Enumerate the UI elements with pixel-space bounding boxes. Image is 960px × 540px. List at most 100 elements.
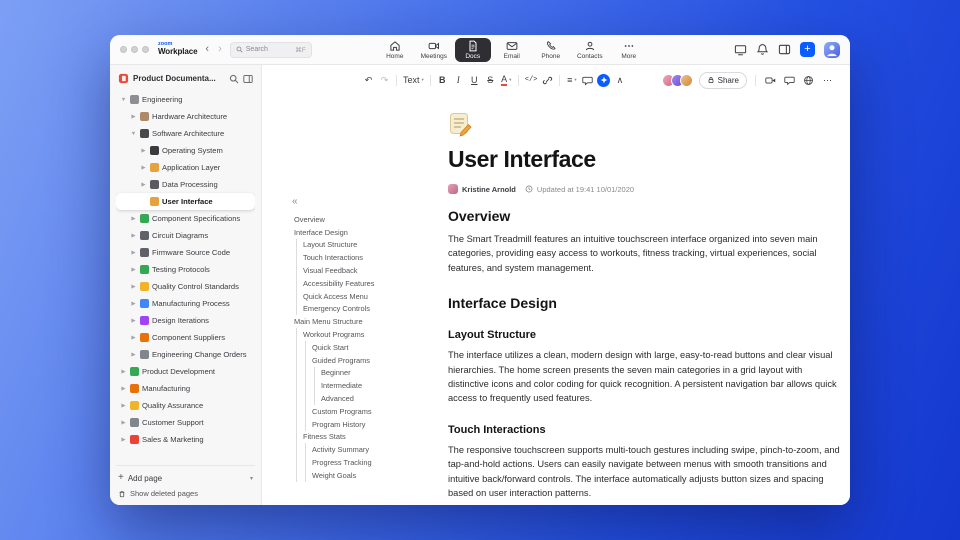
sidebar-item[interactable]: ▶ Product Development: [116, 363, 255, 380]
chevron-right-icon[interactable]: ▶: [120, 403, 127, 409]
outline-item[interactable]: Main Menu Structure: [292, 315, 444, 328]
notifications-bell-icon[interactable]: [756, 43, 769, 56]
chevron-right-icon[interactable]: ▶: [120, 420, 127, 426]
outline-item[interactable]: Overview: [292, 213, 444, 226]
outline-item[interactable]: Progress Tracking: [292, 456, 444, 469]
medal-icon: [130, 401, 139, 410]
sidebar-item[interactable]: ▼ Engineering: [116, 91, 255, 108]
workspace-book-icon: [118, 73, 129, 84]
new-item-button[interactable]: +: [800, 42, 815, 57]
devices-icon[interactable]: [734, 43, 747, 56]
sidebar-item[interactable]: ▶ Design Iterations: [116, 312, 255, 329]
sidebar-item[interactable]: ▶ Sales & Marketing: [116, 431, 255, 448]
outline-item[interactable]: Beginner: [292, 366, 444, 380]
chevron-right-icon[interactable]: ▶: [140, 182, 147, 188]
close-window-button[interactable]: [120, 46, 127, 53]
chevron-right-icon[interactable]: ▶: [120, 369, 127, 375]
collapse-sidebar-icon[interactable]: [243, 74, 253, 84]
chevron-right-icon[interactable]: ▶: [130, 114, 137, 120]
sidebar-item[interactable]: User Interface: [116, 193, 255, 210]
sidebar-item[interactable]: ▼ Software Architecture: [116, 125, 255, 142]
outline-item[interactable]: Touch Interactions: [292, 251, 444, 265]
sidebar-item[interactable]: ▶ Application Layer: [116, 159, 255, 176]
outline-item[interactable]: Intermediate: [292, 379, 444, 393]
outline-item[interactable]: Weight Goals: [292, 468, 444, 482]
chevron-down-icon[interactable]: ▾: [250, 475, 253, 482]
chevron-right-icon[interactable]: ▶: [130, 233, 137, 239]
chevron-right-icon[interactable]: ▶: [130, 335, 137, 341]
text-style-dropdown[interactable]: Text ▾: [402, 72, 425, 88]
outline-item[interactable]: Custom Programs: [292, 404, 444, 418]
document-page[interactable]: User Interface Kristine Arnold Updated a…: [448, 65, 840, 505]
outline-item[interactable]: Quick Access Menu: [292, 289, 444, 303]
chevron-down-icon[interactable]: ▼: [120, 97, 127, 103]
global-search-input[interactable]: Search ⌘F: [229, 41, 312, 58]
maximize-window-button[interactable]: [142, 46, 149, 53]
chevron-down-icon[interactable]: ▼: [130, 131, 137, 137]
doc-title[interactable]: User Interface: [448, 146, 840, 173]
tab-phone[interactable]: Phone: [533, 38, 569, 62]
sidebar-item[interactable]: ▶ Manufacturing: [116, 380, 255, 397]
tab-more[interactable]: More: [611, 38, 647, 62]
chevron-right-icon[interactable]: ▶: [130, 318, 137, 324]
outline-item-label: Emergency Controls: [303, 304, 370, 314]
sidebar-item[interactable]: ▶ Customer Support: [116, 414, 255, 431]
sidebar-search-icon[interactable]: [229, 74, 239, 84]
side-panel-icon[interactable]: [778, 43, 791, 56]
doc-paragraph: The responsive touchscreen supports mult…: [448, 444, 840, 499]
sidebar-item[interactable]: ▶ Hardware Architecture: [116, 108, 255, 125]
outline-item[interactable]: Quick Start: [292, 340, 444, 354]
chevron-right-icon[interactable]: ▶: [130, 250, 137, 256]
collapse-outline-button[interactable]: «: [292, 197, 298, 207]
sidebar-item[interactable]: ▶ Data Processing: [116, 176, 255, 193]
minimize-window-button[interactable]: [131, 46, 138, 53]
show-deleted-pages-button[interactable]: Show deleted pages: [116, 486, 255, 501]
outline-item[interactable]: Advanced: [292, 392, 444, 405]
forward-button[interactable]: ›: [217, 44, 223, 55]
chevron-right-icon[interactable]: ▶: [130, 301, 137, 307]
outline-item[interactable]: Workout Programs: [292, 328, 444, 341]
add-page-button[interactable]: + Add page ▾: [116, 470, 255, 486]
chevron-right-icon[interactable]: ▶: [130, 267, 137, 273]
outline-item[interactable]: Accessibility Features: [292, 276, 444, 290]
sidebar-item[interactable]: ▶ Quality Assurance: [116, 397, 255, 414]
outline-item[interactable]: Fitness Stats: [292, 430, 444, 444]
undo-button[interactable]: ↶: [362, 72, 375, 88]
outline-item[interactable]: Guided Programs: [292, 353, 444, 367]
outline-item[interactable]: Visual Feedback: [292, 264, 444, 277]
doc-notepad-icon[interactable]: [448, 111, 474, 137]
outline-item[interactable]: Emergency Controls: [292, 302, 444, 316]
redo-button[interactable]: ↷: [378, 72, 391, 88]
chevron-right-icon[interactable]: ▶: [140, 148, 147, 154]
tab-meetings[interactable]: Meetings: [416, 38, 452, 62]
outline-item[interactable]: Activity Summary: [292, 443, 444, 457]
sidebar-item[interactable]: ▶ Manufacturing Process: [116, 295, 255, 312]
chevron-right-icon[interactable]: ▶: [130, 284, 137, 290]
outline-item[interactable]: Interface Design: [292, 226, 444, 239]
tab-docs[interactable]: Docs: [454, 37, 491, 62]
back-button[interactable]: ‹: [204, 44, 210, 55]
tab-contacts[interactable]: Contacts: [572, 38, 608, 62]
sidebar-item[interactable]: ▶ Engineering Change Orders: [116, 346, 255, 363]
outline-item[interactable]: Layout Structure: [292, 238, 444, 252]
outline-item-label: Beginner: [321, 368, 351, 378]
tab-label: Meetings: [420, 52, 447, 60]
tab-email[interactable]: Email: [494, 38, 530, 62]
sidebar-item[interactable]: ▶ Testing Protocols: [116, 261, 255, 278]
chevron-right-icon[interactable]: ▶: [130, 352, 137, 358]
bold-button[interactable]: B: [436, 72, 449, 88]
chevron-right-icon[interactable]: ▶: [130, 216, 137, 222]
doc-body[interactable]: Overview The Smart Treadmill features an …: [448, 208, 840, 500]
sidebar-item[interactable]: ▶ Quality Control Standards: [116, 278, 255, 295]
tab-home[interactable]: Home: [377, 38, 413, 62]
sidebar-item[interactable]: ▶ Operating System: [116, 142, 255, 159]
chevron-right-icon[interactable]: ▶: [120, 437, 127, 443]
sidebar-item[interactable]: ▶ Circuit Diagrams: [116, 227, 255, 244]
user-avatar[interactable]: [824, 41, 840, 58]
sidebar-item[interactable]: ▶ Firmware Source Code: [116, 244, 255, 261]
sidebar-item[interactable]: ▶ Component Suppliers: [116, 329, 255, 346]
sidebar-item[interactable]: ▶ Component Specifications: [116, 210, 255, 227]
chevron-right-icon[interactable]: ▶: [120, 386, 127, 392]
chevron-right-icon[interactable]: ▶: [140, 165, 147, 171]
outline-item[interactable]: Program History: [292, 417, 444, 431]
